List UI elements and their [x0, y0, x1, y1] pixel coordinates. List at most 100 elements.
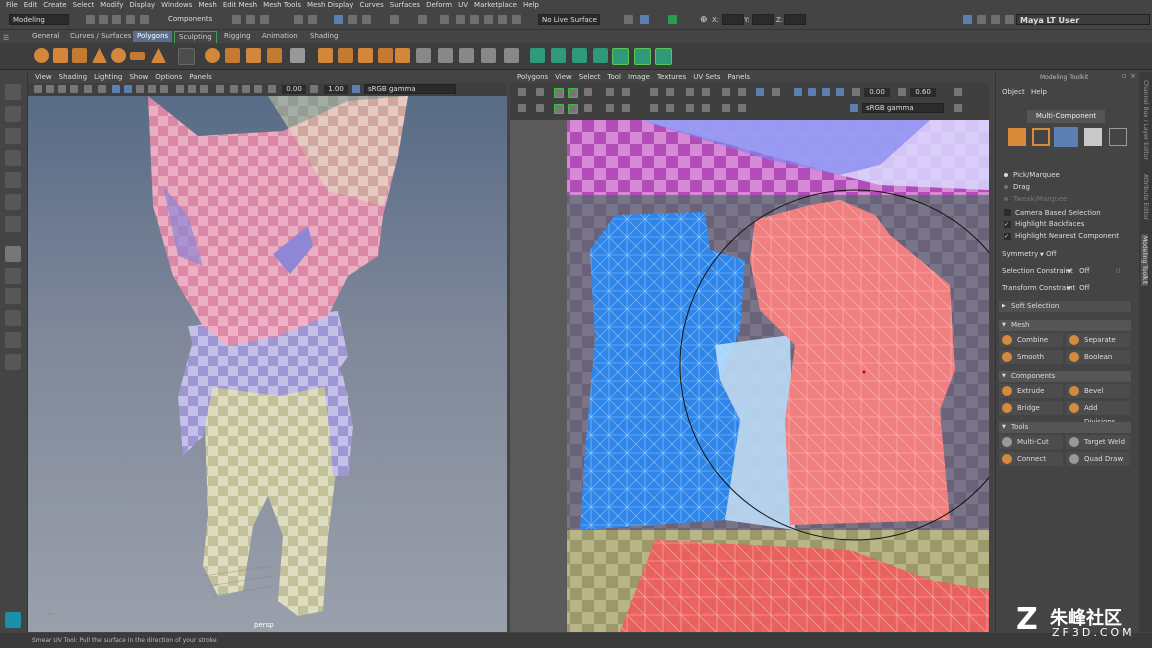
textured-icon[interactable]	[136, 85, 144, 93]
menu-file[interactable]: File	[0, 0, 18, 9]
render-icon[interactable]	[440, 15, 449, 24]
tweak-marquee-radio[interactable]	[1004, 197, 1008, 201]
tab-shading[interactable]: Shading	[306, 31, 342, 42]
live-surface-field[interactable]: No Live Surface	[538, 14, 600, 25]
toolkit-menu-object[interactable]: Object	[1002, 88, 1025, 96]
uv-gamma-field[interactable]: 0.60	[910, 88, 936, 97]
boolean-button[interactable]: Boolean	[1066, 350, 1130, 364]
uv-straighten-icon[interactable]	[584, 88, 592, 96]
face-mode-icon[interactable]	[1084, 128, 1102, 146]
snap-curve-icon[interactable]	[308, 15, 317, 24]
last-tool-icon[interactable]	[5, 216, 21, 232]
persp-menu-panels[interactable]: Panels	[182, 72, 212, 81]
tab-attribute-editor[interactable]: Attribute Editor	[1142, 174, 1149, 220]
save-scene-icon[interactable]	[112, 15, 121, 24]
uv-grid-icon[interactable]	[650, 88, 658, 96]
uv-mode-icon[interactable]	[1109, 128, 1127, 146]
render-settings-icon[interactable]	[470, 15, 479, 24]
tab-modeling-toolkit[interactable]: Modeling Toolkit	[1141, 234, 1148, 287]
insert-loop-icon[interactable]	[438, 48, 453, 63]
uv-exposure-field[interactable]: 0.00	[864, 88, 890, 97]
bevel-icon[interactable]	[358, 48, 373, 63]
snap-surface-icon[interactable]	[362, 15, 371, 24]
uv-pin-icon[interactable]	[518, 88, 526, 96]
graph-pane-icon[interactable]	[5, 332, 21, 348]
connect-button[interactable]: Connect	[999, 452, 1063, 466]
bookmark-icon[interactable]	[58, 85, 66, 93]
isolate-icon[interactable]	[216, 85, 224, 93]
mirror-icon[interactable]	[290, 48, 305, 63]
snap-grid-icon[interactable]	[294, 15, 303, 24]
uv-cut-icon[interactable]	[554, 88, 564, 98]
menu-display[interactable]: Display	[123, 0, 155, 9]
symmetry-dropdown[interactable]: ▼ Off	[1040, 250, 1056, 258]
two-pane-icon[interactable]	[5, 288, 21, 304]
sculpt-icon[interactable]	[668, 15, 677, 24]
append-icon[interactable]	[378, 48, 393, 63]
poly-sphere-icon[interactable]	[34, 48, 49, 63]
render-view-icon[interactable]	[498, 15, 507, 24]
object-mode-icon[interactable]	[1008, 128, 1026, 146]
menu-help[interactable]: Help	[517, 0, 539, 9]
multi-component-button[interactable]: Multi-Component	[1027, 110, 1105, 123]
wireframe-icon[interactable]	[112, 85, 120, 93]
uv-view-transform-dropdown[interactable]: sRGB gamma	[862, 103, 944, 113]
perspective-viewport[interactable]: ⌐ persp	[28, 96, 507, 632]
persp-menu-shading[interactable]: Shading	[52, 72, 87, 81]
gamma-field[interactable]: 1.00	[324, 85, 348, 94]
poly-plane-icon[interactable]	[130, 52, 145, 60]
uv-menu-textures[interactable]: Textures	[650, 72, 686, 81]
lights-icon[interactable]	[148, 85, 156, 93]
uv-shading-icon[interactable]	[666, 104, 674, 112]
modeling-toolkit-toggle-icon[interactable]	[624, 15, 633, 24]
four-pane-icon[interactable]	[5, 268, 21, 284]
edge-mode-icon[interactable]	[1054, 127, 1078, 147]
extrude-button[interactable]: Extrude	[999, 384, 1063, 398]
uv-display-image-icon[interactable]	[772, 88, 780, 96]
uv-layout-icon[interactable]	[655, 48, 672, 65]
menu-create[interactable]: Create	[37, 0, 66, 9]
menu-edit-mesh[interactable]: Edit Mesh	[217, 0, 257, 9]
light-editor-icon[interactable]	[512, 15, 521, 24]
move-tool-icon[interactable]	[5, 150, 21, 166]
uv-cylindrical-icon[interactable]	[572, 48, 587, 63]
uv-auto-icon[interactable]	[551, 48, 566, 63]
tab-general[interactable]: General	[28, 31, 64, 42]
lock-icon[interactable]	[418, 15, 427, 24]
boolean-icon[interactable]	[267, 48, 282, 63]
select-tool-icon[interactable]	[5, 84, 21, 100]
smooth-button[interactable]: Smooth	[999, 350, 1063, 364]
uv-align-icon[interactable]	[584, 104, 592, 112]
target-weld-icon[interactable]	[459, 48, 474, 63]
highlight-nearest-checkbox[interactable]: ✓	[1004, 233, 1011, 240]
uv-sew-icon[interactable]	[554, 104, 564, 114]
uv-snap-icon[interactable]	[650, 104, 658, 112]
film-gate-icon[interactable]	[98, 85, 106, 93]
toolkit-close-icon[interactable]: ×	[1130, 72, 1136, 80]
uv-filter-icon[interactable]	[702, 88, 710, 96]
shelf-menu-icon[interactable]: ☰	[3, 34, 17, 42]
menu-modify[interactable]: Modify	[94, 0, 123, 9]
camera-select-icon[interactable]	[34, 85, 42, 93]
y-field[interactable]	[752, 14, 774, 25]
tab-polygons[interactable]: Polygons	[133, 31, 173, 42]
uv-alpha-icon[interactable]	[836, 88, 844, 96]
bridge-button[interactable]: Bridge	[999, 401, 1063, 415]
uv-texel-icon[interactable]	[738, 104, 746, 112]
soft-selection-header[interactable]: ▶ Soft Selection	[999, 301, 1131, 312]
uv-planar-icon[interactable]	[530, 48, 545, 63]
uv-menu-uv-sets[interactable]: UV Sets	[686, 72, 720, 81]
tab-curves-surfaces[interactable]: Curves / Surfaces	[66, 31, 135, 42]
motion-blur-icon[interactable]	[188, 85, 196, 93]
bridge-icon[interactable]	[338, 48, 353, 63]
snap-point-icon[interactable]	[334, 15, 343, 24]
camera-attr-icon[interactable]	[46, 85, 54, 93]
combine-icon[interactable]	[205, 48, 220, 63]
outliner-pane-icon[interactable]	[5, 310, 21, 326]
open-scene-icon[interactable]	[99, 15, 108, 24]
uv-rgb-icon[interactable]	[822, 88, 830, 96]
uv-editor-viewport[interactable]	[510, 120, 989, 632]
transform-constraint-dropdown[interactable]: ▼ Off	[1067, 284, 1089, 292]
shadows-icon[interactable]	[160, 85, 168, 93]
persp-menu-show[interactable]: Show	[122, 72, 148, 81]
